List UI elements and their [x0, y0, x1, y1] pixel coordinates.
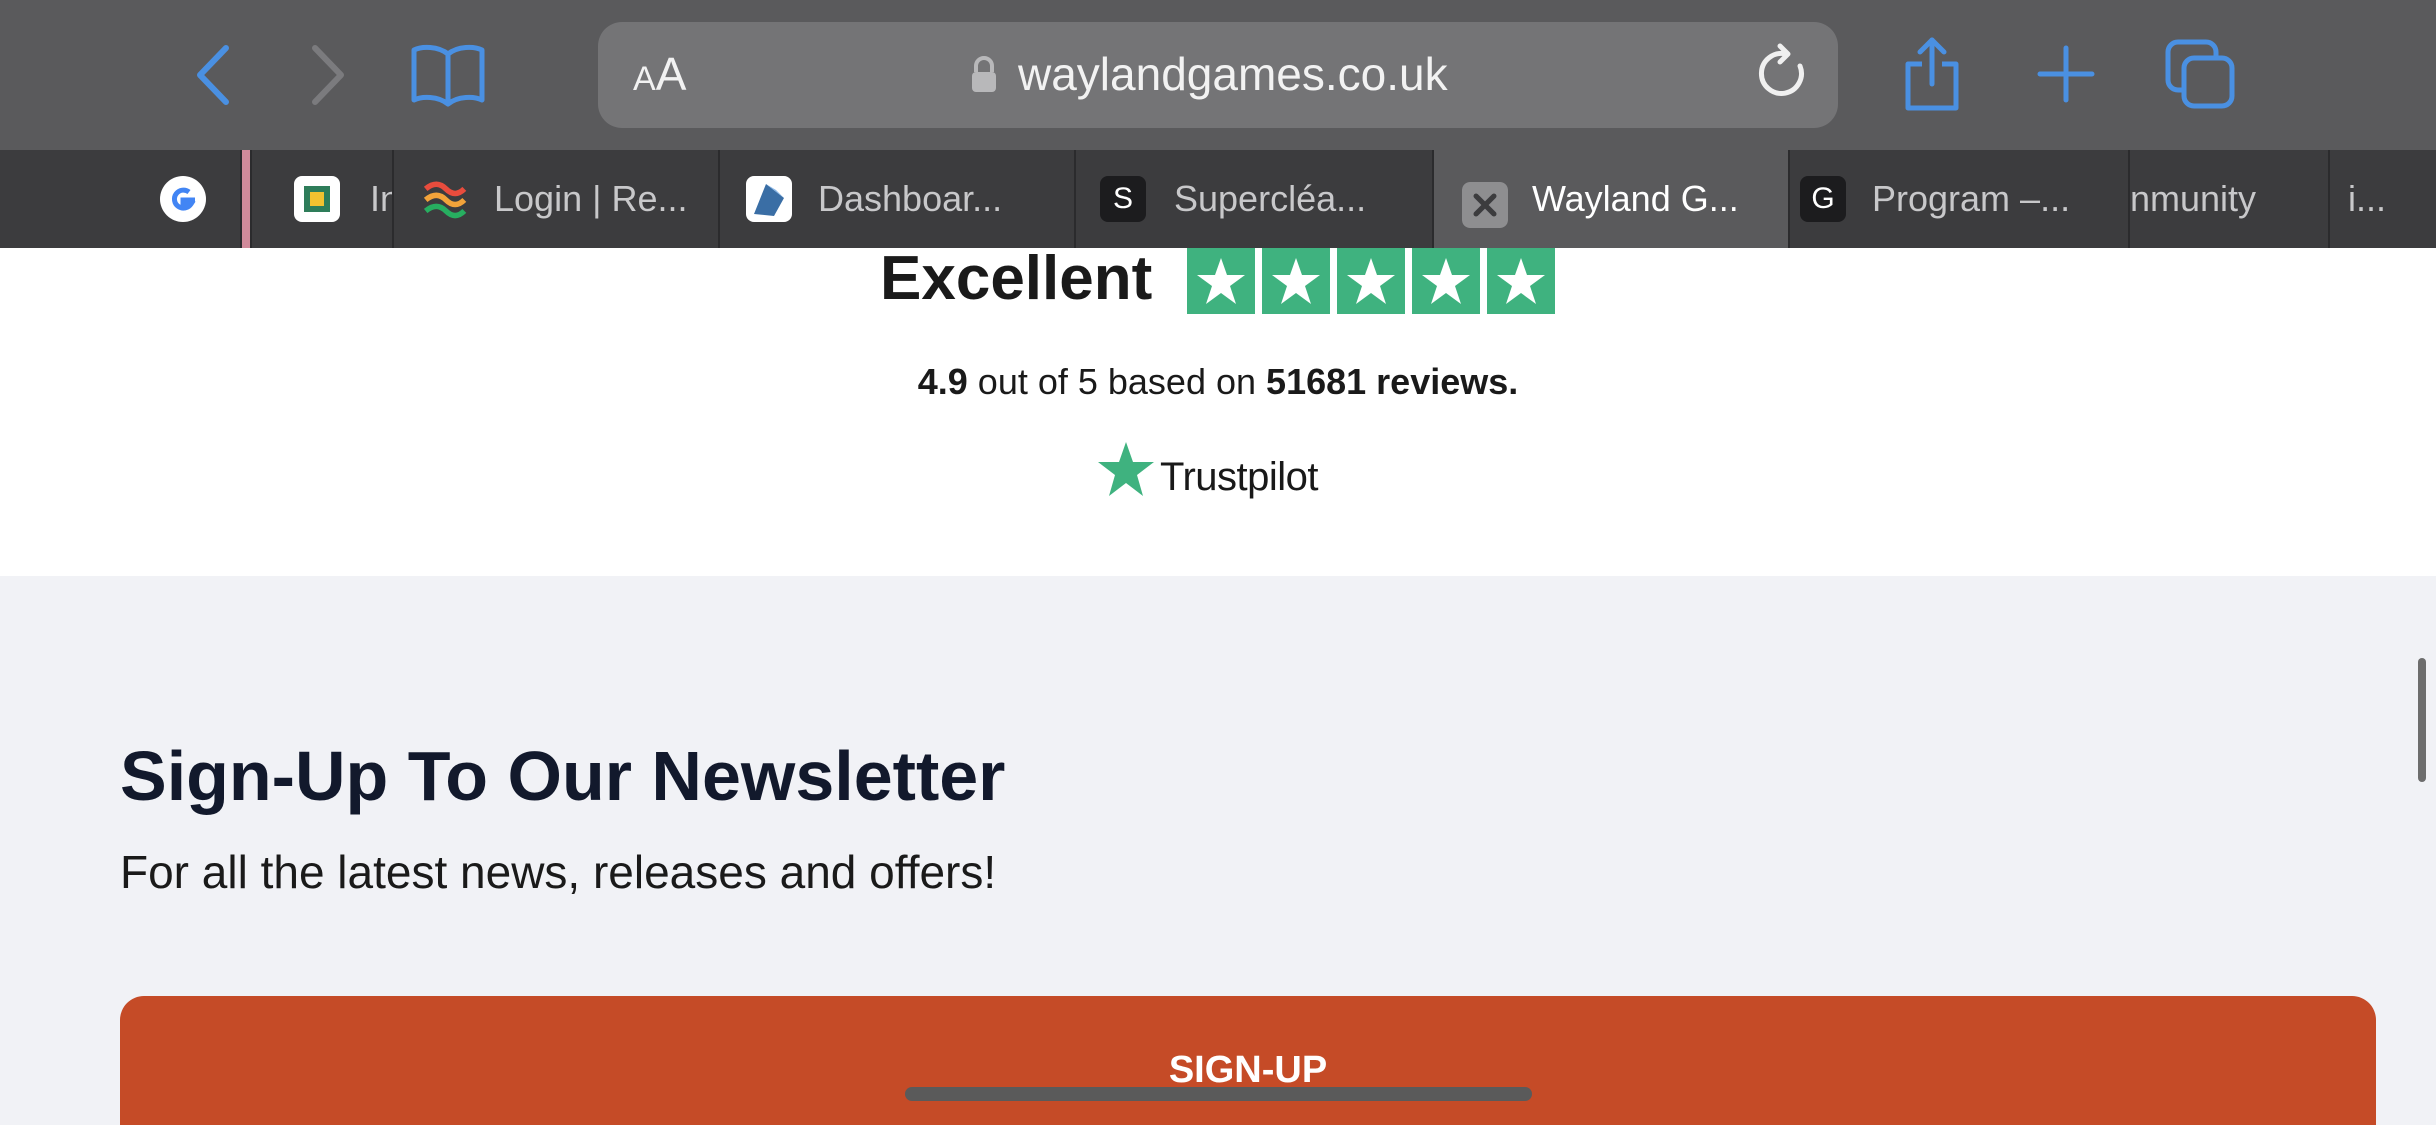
login-site-icon — [423, 181, 467, 219]
rating-value: 4.9 — [917, 361, 968, 402]
rating-text: out of 5 based on — [977, 361, 1257, 402]
reader-options-button[interactable]: AA — [633, 44, 686, 109]
browser-toolbar: AA waylandgames.co.uk — [0, 0, 2436, 150]
star-icon — [1262, 248, 1330, 314]
tab-wayland-games[interactable]: Wayland G... — [1432, 150, 1788, 248]
tab-label: Wayland G... — [1532, 178, 1739, 219]
forward-icon[interactable] — [305, 40, 351, 110]
tab-bar: In Login | Re... Dashboar... S Supercléa… — [0, 150, 2436, 248]
rating-summary: 4.9 out of 5 based on 51681 reviews. — [0, 358, 2436, 406]
trustpilot-star-icon[interactable] — [1096, 440, 1156, 498]
signup-label: SIGN-UP — [1168, 1049, 1328, 1091]
supercleaner-site-icon: S — [1100, 176, 1146, 222]
star-icon — [1337, 248, 1405, 314]
newsletter-subtitle: For all the latest news, releases and of… — [120, 846, 997, 898]
star-icon — [1412, 248, 1480, 314]
lock-icon — [972, 56, 996, 92]
signup-button[interactable]: SIGN-UP — [120, 996, 2376, 1125]
tab-dashboard[interactable]: Dashboar... — [718, 150, 1074, 248]
new-tab-icon[interactable] — [2036, 44, 2096, 104]
share-icon[interactable] — [1900, 34, 1964, 114]
tabs-overview-icon[interactable] — [2164, 38, 2238, 112]
page-scrollbar[interactable] — [2418, 658, 2426, 782]
tab-label: In — [370, 178, 392, 219]
rating-verdict: Excellent — [880, 244, 1153, 313]
star-icon — [1187, 248, 1255, 314]
tab-label: Login | Re... — [494, 178, 688, 219]
star-icon — [1487, 248, 1555, 314]
tab-in[interactable]: In — [250, 150, 392, 248]
review-count: 51681 reviews. — [1266, 361, 1519, 402]
tab-google[interactable] — [150, 150, 240, 248]
tab-login[interactable]: Login | Re... — [392, 150, 718, 248]
url-text: waylandgames.co.uk — [1018, 48, 1448, 100]
tab-program[interactable]: G Program –... — [1788, 150, 2128, 248]
tab-label: Supercléa... — [1174, 178, 1367, 219]
tab-supercleaner[interactable]: S Supercléa... — [1074, 150, 1432, 248]
tab-label: Program –... — [1872, 178, 2071, 219]
reload-icon[interactable] — [1756, 42, 1812, 102]
home-indicator[interactable] — [905, 1087, 1532, 1101]
tab-label: Dashboar... — [818, 178, 1003, 219]
bookmarks-icon[interactable] — [410, 42, 486, 108]
trustpilot-stars — [1187, 248, 1555, 314]
dashboard-site-icon — [746, 176, 792, 222]
trustpilot-logo[interactable]: Trustpilot — [1160, 452, 1319, 502]
tab-overflow[interactable]: i... — [2328, 150, 2436, 248]
site-icon — [294, 176, 340, 222]
google-icon — [160, 176, 206, 222]
tab-label: i... — [2348, 178, 2387, 219]
newsletter-title: Sign-Up To Our Newsletter — [120, 737, 1006, 815]
tab-community[interactable]: nmunity — [2128, 150, 2328, 248]
close-tab-icon[interactable] — [1462, 182, 1508, 228]
tab-label: nmunity — [2130, 178, 2257, 219]
back-icon[interactable] — [190, 40, 236, 110]
program-site-icon: G — [1800, 176, 1846, 222]
tab-pinned[interactable] — [240, 150, 250, 248]
